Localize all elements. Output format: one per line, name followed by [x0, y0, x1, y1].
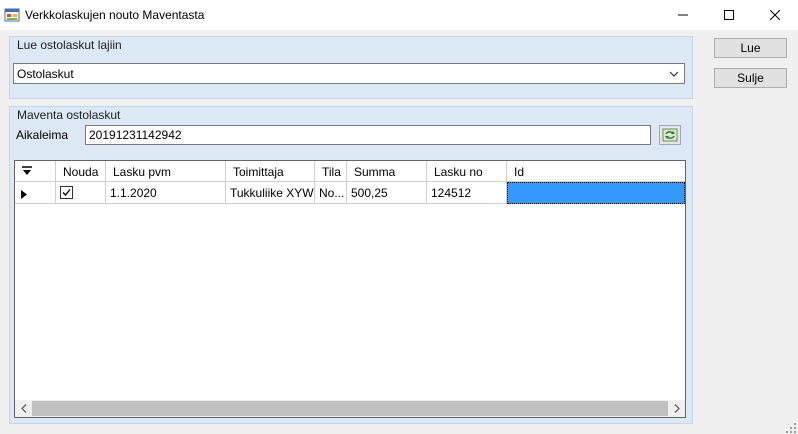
column-header-tila[interactable]: Tila: [315, 161, 347, 182]
table-row[interactable]: 1.1.2020 Tukkuliike XYW No... 500,25 124…: [15, 182, 685, 204]
cell-summa[interactable]: 500,25: [347, 182, 427, 204]
purchase-type-selected-value: Ostolaskut: [17, 67, 74, 81]
read-button[interactable]: Lue: [714, 38, 787, 58]
cell-lasku-no[interactable]: 124512: [427, 182, 507, 204]
window-title: Verkkolaskujen nouto Maventasta: [25, 8, 205, 22]
horizontal-scrollbar[interactable]: [15, 400, 685, 417]
grid-header: Nouda Lasku pvm Toimittaja Tila Summa La…: [15, 161, 685, 182]
invoice-grid[interactable]: Nouda Lasku pvm Toimittaja Tila Summa La…: [14, 160, 686, 418]
resize-grip-icon[interactable]: [786, 422, 796, 433]
timestamp-label: Aikaleima: [16, 128, 69, 142]
scroll-right-icon: [674, 404, 680, 413]
cell-toimittaja[interactable]: Tukkuliike XYW: [226, 182, 315, 204]
refresh-button[interactable]: [659, 125, 681, 145]
title-bar[interactable]: Verkkolaskujen nouto Maventasta: [0, 0, 798, 30]
row-pointer-icon: [21, 190, 27, 199]
cell-lasku-pvm[interactable]: 1.1.2020: [106, 182, 226, 204]
column-chooser-cell[interactable]: [15, 161, 56, 182]
purchase-type-group-label: Lue ostolaskut lajiin: [17, 38, 122, 52]
column-chooser-icon: [22, 166, 32, 175]
minimize-button[interactable]: [660, 0, 706, 30]
close-icon: [770, 10, 780, 20]
maximize-button[interactable]: [706, 0, 752, 30]
refresh-icon: [662, 128, 678, 142]
row-header[interactable]: [15, 182, 56, 204]
maximize-icon: [724, 10, 734, 20]
minimize-icon: [678, 14, 688, 16]
column-header-lasku-no[interactable]: Lasku no: [427, 161, 507, 182]
maventa-group-label: Maventa ostolaskut: [17, 108, 121, 122]
cell-id[interactable]: [507, 182, 685, 204]
column-header-nouda[interactable]: Nouda: [56, 161, 106, 182]
window-client-area: Lue ostolaskut lajiin Ostolaskut Maventa…: [0, 30, 798, 434]
app-form-icon[interactable]: [4, 7, 20, 23]
column-header-id[interactable]: Id: [507, 161, 685, 182]
chevron-down-icon[interactable]: [668, 68, 680, 80]
scrollbar-thumb[interactable]: [32, 401, 668, 416]
close-button[interactable]: Sulje: [714, 68, 787, 88]
scroll-left-button[interactable]: [15, 400, 32, 417]
timestamp-field[interactable]: [85, 125, 651, 145]
cell-tila[interactable]: No...: [315, 182, 347, 204]
scroll-right-button[interactable]: [668, 400, 685, 417]
purchase-type-dropdown[interactable]: Ostolaskut: [13, 63, 685, 84]
checkbox-checked-icon[interactable]: [60, 186, 73, 199]
column-header-summa[interactable]: Summa: [347, 161, 427, 182]
column-header-toimittaja[interactable]: Toimittaja: [226, 161, 315, 182]
close-window-button[interactable]: [752, 0, 798, 30]
column-header-lasku-pvm[interactable]: Lasku pvm: [106, 161, 226, 182]
cell-nouda[interactable]: [56, 182, 106, 204]
scroll-left-icon: [20, 404, 26, 413]
